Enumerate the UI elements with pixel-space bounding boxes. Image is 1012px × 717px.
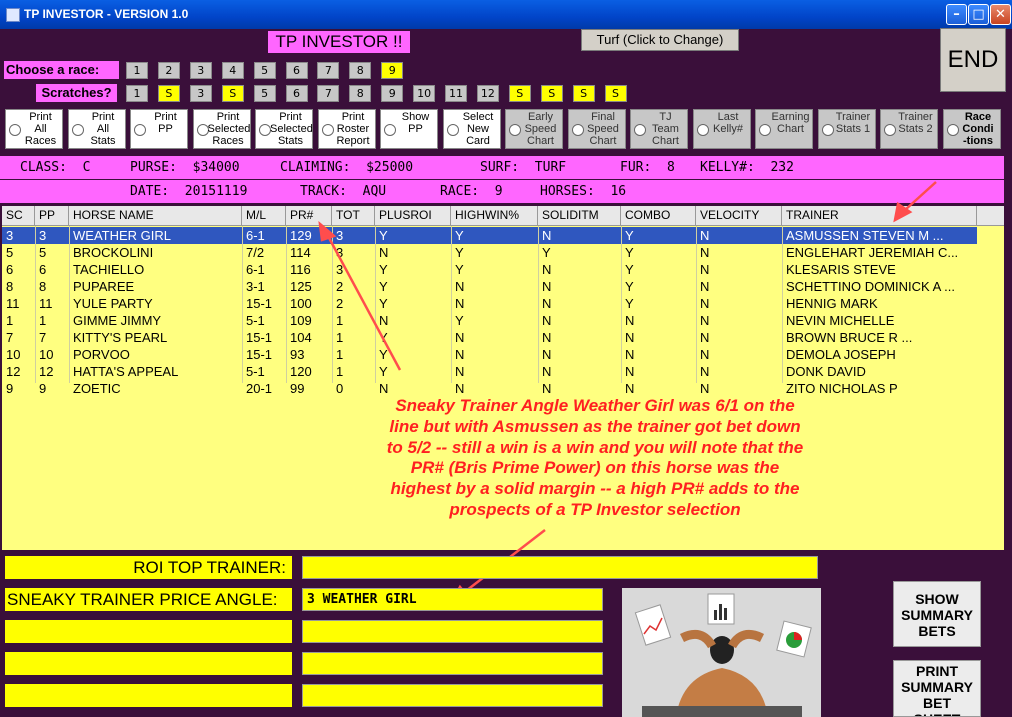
show-summary-bets-button[interactable]: SHOW SUMMARY BETS bbox=[893, 581, 981, 647]
sneaky-angle-label: SNEAKY TRAINER PRICE ANGLE: bbox=[5, 588, 292, 611]
stressed-investor-illustration bbox=[622, 588, 821, 717]
roi-top-trainer-field[interactable] bbox=[302, 556, 818, 579]
desk-shape bbox=[642, 706, 802, 717]
print-summary-bet-sheet-button[interactable]: PRINT SUMMARY BET SHEET bbox=[893, 660, 981, 717]
extra-label-3 bbox=[5, 684, 292, 707]
extra-field-1[interactable] bbox=[302, 620, 603, 643]
chart-paper-top-icon bbox=[707, 593, 735, 625]
extra-field-2[interactable] bbox=[302, 652, 603, 675]
extra-label-1 bbox=[5, 620, 292, 643]
extra-field-3[interactable] bbox=[302, 684, 603, 707]
arrow-to-trainer bbox=[904, 181, 937, 211]
arrow-to-pr-value bbox=[326, 235, 402, 371]
sneaky-angle-field[interactable]: 3 WEATHER GIRL bbox=[302, 588, 603, 611]
arrow-head-pr bbox=[318, 220, 337, 242]
roi-top-trainer-label: ROI TOP TRAINER: bbox=[5, 556, 292, 579]
extra-label-2 bbox=[5, 652, 292, 675]
